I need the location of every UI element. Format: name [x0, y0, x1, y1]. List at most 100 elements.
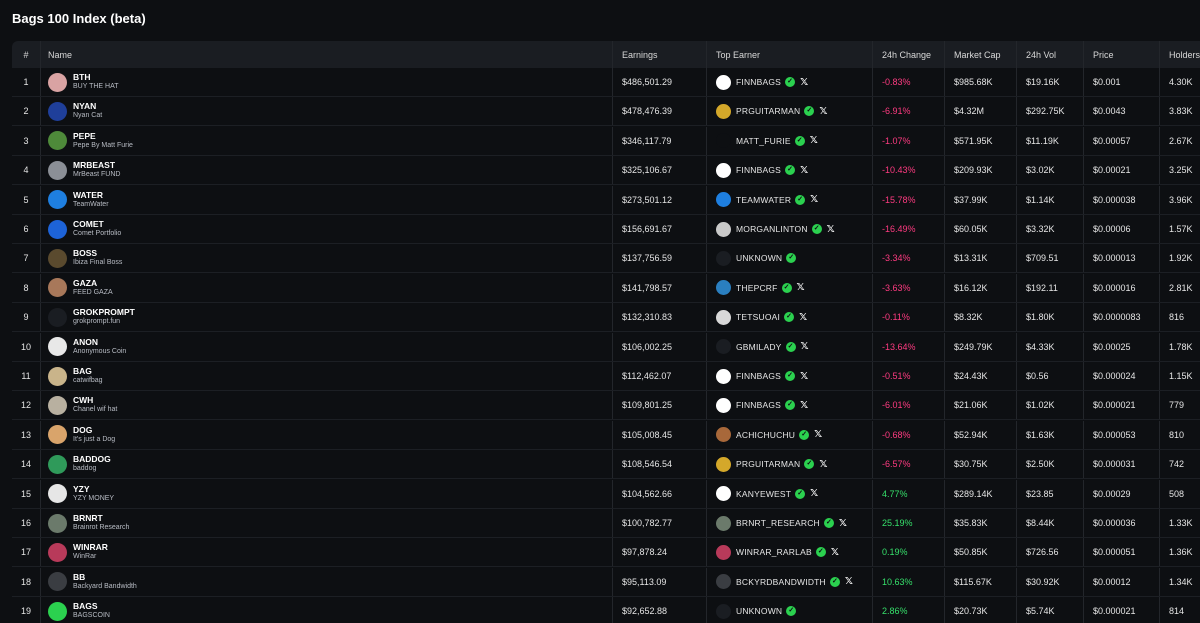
top-earner-name[interactable]: PRGUITARMAN: [736, 106, 800, 116]
token-name-cell[interactable]: BRNRT Brainrot Research: [48, 509, 608, 537]
x-logo-icon[interactable]: 𝕏: [810, 488, 818, 499]
top-earner-name[interactable]: TEAMWATER: [736, 195, 791, 205]
token-name-cell[interactable]: ANON Anonymous Coin: [48, 333, 608, 361]
top-earner-cell[interactable]: FINNBAGS ✓ 𝕏: [716, 156, 876, 184]
column-header-earnings[interactable]: Earnings: [622, 41, 712, 68]
top-earner-cell[interactable]: MATT_FURIE ✓ 𝕏: [716, 127, 876, 155]
top-earner-name[interactable]: MORGANLINTON: [736, 224, 808, 234]
top-earner-cell[interactable]: TEAMWATER ✓ 𝕏: [716, 186, 876, 214]
top-earner-name[interactable]: FINNBAGS: [736, 371, 781, 381]
x-logo-icon[interactable]: 𝕏: [814, 429, 822, 440]
token-name-cell[interactable]: BAG catwifbag: [48, 362, 608, 390]
top-earner-name[interactable]: ACHICHUCHU: [736, 430, 795, 440]
column-header-price[interactable]: Price: [1093, 41, 1163, 68]
token-name-cell[interactable]: MRBEAST MrBeast FUND: [48, 156, 608, 184]
top-earner-name[interactable]: MATT_FURIE: [736, 136, 791, 146]
top-earner-name[interactable]: PRGUITARMAN: [736, 459, 800, 469]
column-header-holders[interactable]: Holders: [1169, 41, 1200, 68]
top-earner-name[interactable]: KANYEWEST: [736, 489, 791, 499]
table-row[interactable]: 19 BAGS BAGSCOIN $92,652.88 UNKNOWN ✓ 2.86% $20…: [12, 597, 1200, 623]
top-earner-name[interactable]: FINNBAGS: [736, 77, 781, 87]
x-logo-icon[interactable]: 𝕏: [800, 165, 808, 176]
x-logo-icon[interactable]: 𝕏: [800, 77, 808, 88]
x-logo-icon[interactable]: 𝕏: [800, 371, 808, 382]
x-logo-icon[interactable]: 𝕏: [831, 547, 839, 558]
top-earner-name[interactable]: UNKNOWN: [736, 253, 782, 263]
table-row[interactable]: 17 WINRAR WinRar $97,878.24 WINRAR_RARLAB ✓ 𝕏 0…: [12, 538, 1200, 568]
top-earner-cell[interactable]: FINNBAGS ✓ 𝕏: [716, 391, 876, 419]
table-row[interactable]: 1 BTH BUY THE HAT $486,501.29 FINNBAGS ✓ 𝕏 -0.8…: [12, 68, 1200, 97]
x-logo-icon[interactable]: 𝕏: [819, 106, 827, 117]
top-earner-cell[interactable]: GBMILADY ✓ 𝕏: [716, 333, 876, 361]
table-row[interactable]: 16 BRNRT Brainrot Research $100,782.77 BRNRT…: [12, 509, 1200, 538]
top-earner-cell[interactable]: MORGANLINTON ✓ 𝕏: [716, 215, 876, 243]
table-row[interactable]: 5 WATER TeamWater $273,501.12 TEAMWATER ✓ 𝕏 -15…: [12, 185, 1200, 215]
x-logo-icon[interactable]: 𝕏: [797, 282, 805, 293]
top-earner-cell[interactable]: TETSUOAI ✓ 𝕏: [716, 303, 876, 331]
top-earner-cell[interactable]: UNKNOWN ✓: [716, 244, 876, 272]
token-name-cell[interactable]: GROKPROMPT grokprompt.fun: [48, 303, 608, 331]
token-name-cell[interactable]: WINRAR WinRar: [48, 538, 608, 566]
table-row[interactable]: 7 BOSS Ibiza Final Boss $137,756.59 UNKNOWN ✓…: [12, 244, 1200, 274]
token-name-cell[interactable]: PEPE Pepe By Matt Furie: [48, 127, 608, 155]
x-logo-icon[interactable]: 𝕏: [827, 224, 835, 235]
token-name-cell[interactable]: BOSS Ibiza Final Boss: [48, 244, 608, 272]
x-logo-icon[interactable]: 𝕏: [800, 400, 808, 411]
x-logo-icon[interactable]: 𝕏: [810, 194, 818, 205]
top-earner-cell[interactable]: BRNRT_RESEARCH ✓ 𝕏: [716, 509, 876, 537]
top-earner-cell[interactable]: UNKNOWN ✓: [716, 597, 876, 623]
column-header-market-cap[interactable]: Market Cap: [954, 41, 1024, 68]
top-earner-name[interactable]: WINRAR_RARLAB: [736, 547, 812, 557]
top-earner-cell[interactable]: PRGUITARMAN ✓ 𝕏: [716, 97, 876, 125]
token-name-cell[interactable]: BTH BUY THE HAT: [48, 68, 608, 96]
table-row[interactable]: 6 COMET Comet Portfolio $156,691.67 MORGANLI…: [12, 215, 1200, 244]
x-logo-icon[interactable]: 𝕏: [799, 312, 807, 323]
table-row[interactable]: 9 GROKPROMPT grokprompt.fun $132,310.83 TETS…: [12, 303, 1200, 333]
token-name-cell[interactable]: CWH Chanel wif hat: [48, 391, 608, 419]
top-earner-cell[interactable]: FINNBAGS ✓ 𝕏: [716, 68, 876, 96]
x-logo-icon[interactable]: 𝕏: [801, 341, 809, 352]
table-row[interactable]: 4 MRBEAST MrBeast FUND $325,106.67 FINNBAGS ✓…: [12, 156, 1200, 186]
table-row[interactable]: 8 GAZA FEED GAZA $141,798.57 THEPCRF ✓ 𝕏 -3.63%…: [12, 273, 1200, 303]
token-name-cell[interactable]: DOG It's just a Dog: [48, 421, 608, 449]
top-earner-name[interactable]: FINNBAGS: [736, 165, 781, 175]
token-name-cell[interactable]: BADDOG baddog: [48, 450, 608, 478]
column-header-24h-vol[interactable]: 24h Vol: [1026, 41, 1091, 68]
table-row[interactable]: 14 BADDOG baddog $108,546.54 PRGUITARMAN ✓ 𝕏 -6…: [12, 450, 1200, 480]
token-name-cell[interactable]: COMET Comet Portfolio: [48, 215, 608, 243]
x-logo-icon[interactable]: 𝕏: [819, 459, 827, 470]
table-row[interactable]: 2 NYAN Nyan Cat $478,476.39 PRGUITARMAN ✓ 𝕏 -6.…: [12, 97, 1200, 127]
top-earner-cell[interactable]: FINNBAGS ✓ 𝕏: [716, 362, 876, 390]
column-header-top-earner[interactable]: Top Earner: [716, 41, 876, 68]
column-header-index[interactable]: #: [12, 41, 40, 68]
x-logo-icon[interactable]: 𝕏: [839, 518, 847, 529]
table-row[interactable]: 18 BB Backyard Bandwidth $95,113.09 BCKYRDBA…: [12, 567, 1200, 597]
x-logo-icon[interactable]: 𝕏: [845, 576, 853, 587]
token-name-cell[interactable]: BAGS BAGSCOIN: [48, 597, 608, 623]
top-earner-cell[interactable]: BCKYRDBANDWIDTH ✓ 𝕏: [716, 568, 876, 596]
top-earner-cell[interactable]: PRGUITARMAN ✓ 𝕏: [716, 450, 876, 478]
top-earner-name[interactable]: UNKNOWN: [736, 606, 782, 616]
top-earner-cell[interactable]: THEPCRF ✓ 𝕏: [716, 274, 876, 302]
column-header-24h-change[interactable]: 24h Change: [882, 41, 952, 68]
table-row[interactable]: 3 PEPE Pepe By Matt Furie $346,117.79 MATT_F…: [12, 126, 1200, 156]
table-row[interactable]: 13 DOG It's just a Dog $105,008.45 ACHICHUCH…: [12, 420, 1200, 450]
top-earner-name[interactable]: BRNRT_RESEARCH: [736, 518, 820, 528]
top-earner-cell[interactable]: WINRAR_RARLAB ✓ 𝕏: [716, 538, 876, 566]
top-earner-name[interactable]: GBMILADY: [736, 342, 782, 352]
table-row[interactable]: 15 YZY YZY MONEY $104,562.66 KANYEWEST ✓ 𝕏 4.77…: [12, 479, 1200, 509]
top-earner-name[interactable]: TETSUOAI: [736, 312, 780, 322]
x-logo-icon[interactable]: 𝕏: [810, 135, 818, 146]
top-earner-cell[interactable]: KANYEWEST ✓ 𝕏: [716, 480, 876, 508]
table-row[interactable]: 11 BAG catwifbag $112,462.07 FINNBAGS ✓ 𝕏 -0.51…: [12, 362, 1200, 391]
column-header-name[interactable]: Name: [48, 41, 608, 68]
token-name-cell[interactable]: BB Backyard Bandwidth: [48, 568, 608, 596]
table-row[interactable]: 12 CWH Chanel wif hat $109,801.25 FINNBAGS ✓ 𝕏…: [12, 391, 1200, 421]
table-row[interactable]: 10 ANON Anonymous Coin $106,002.25 GBMILADY ✓…: [12, 332, 1200, 362]
top-earner-cell[interactable]: ACHICHUCHU ✓ 𝕏: [716, 421, 876, 449]
top-earner-name[interactable]: THEPCRF: [736, 283, 778, 293]
token-name-cell[interactable]: GAZA FEED GAZA: [48, 274, 608, 302]
top-earner-name[interactable]: FINNBAGS: [736, 400, 781, 410]
token-name-cell[interactable]: YZY YZY MONEY: [48, 480, 608, 508]
token-name-cell[interactable]: NYAN Nyan Cat: [48, 97, 608, 125]
